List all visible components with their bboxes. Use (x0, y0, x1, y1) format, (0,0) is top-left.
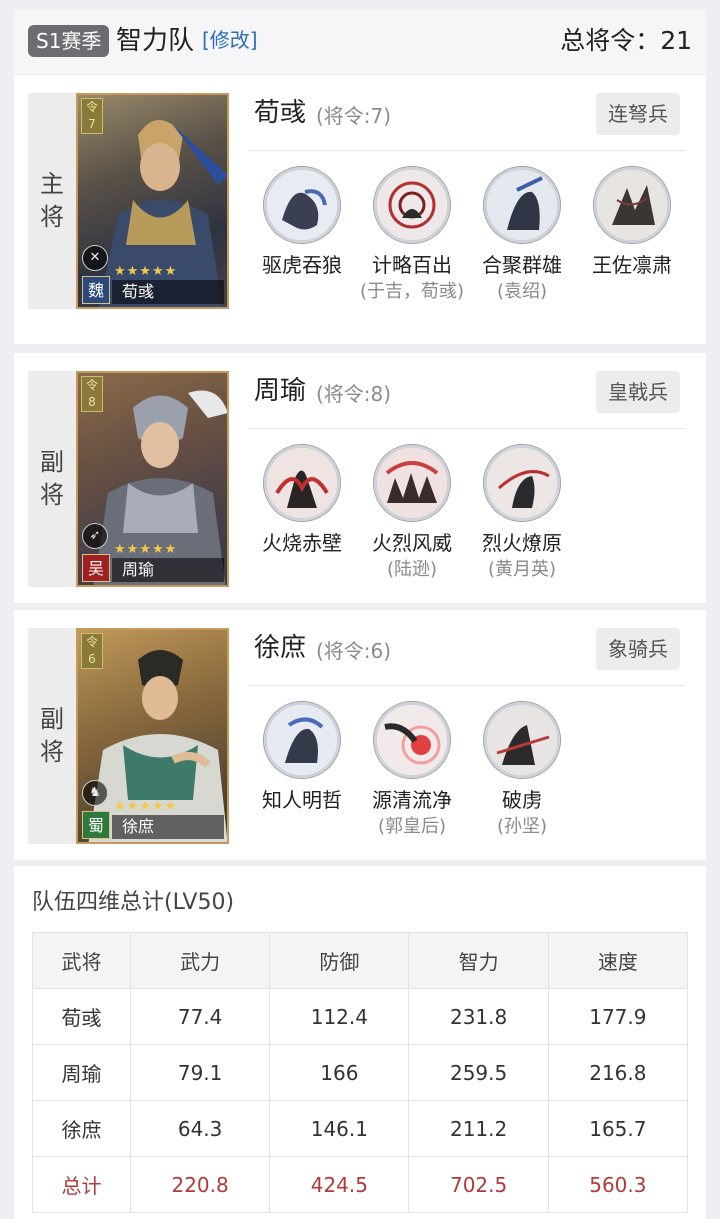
team-stats-panel: 队伍四维总计(LV50) 武将 武力 防御 智力 速度 荀彧 77.4 112.… (14, 866, 706, 1219)
faction-badge: 蜀 (82, 811, 110, 839)
portrait-name: 徐庶 (112, 815, 224, 839)
team-header: S1赛季 智力队 [修改] 总将令：21 (14, 10, 706, 74)
crossbow-icon: ✕ (82, 245, 108, 271)
table-cell: 216.8 (547, 1044, 689, 1101)
troop-type-button[interactable]: 象骑兵 (596, 628, 680, 670)
command-tag: 令8 (81, 376, 103, 412)
total-command: 总将令：21 (560, 26, 692, 55)
hero-card-vice-1: 副 将 令8 ➶ ★★★★★ 吴 周瑜 周瑜 (将令:8) 皇戟兵 火烧赤壁 火… (14, 353, 706, 603)
hero-command: (将令:7) (316, 104, 392, 128)
role-label: 副 将 (28, 371, 76, 587)
hero-portrait[interactable]: 令8 ➶ ★★★★★ 吴 周瑜 (76, 371, 229, 587)
table-cell: 146.1 (269, 1100, 410, 1157)
table-header-row: 武将 武力 防御 智力 速度 (32, 932, 689, 989)
troop-type-button[interactable]: 连弩兵 (596, 93, 680, 135)
table-cell: 荀彧 (32, 988, 131, 1045)
skill-item[interactable]: 烈火燎原 (黄月英) (467, 445, 577, 583)
table-cell: 165.7 (547, 1100, 689, 1157)
table-cell: 702.5 (408, 1156, 549, 1213)
role-label: 主 将 (28, 93, 76, 309)
hero-portrait[interactable]: 令6 ♞ ★★★★★ 蜀 徐庶 (76, 628, 229, 844)
star-rating: ★★★★★ (114, 264, 178, 279)
divider (248, 150, 686, 151)
star-rating: ★★★★★ (114, 542, 178, 557)
stats-title: 队伍四维总计(LV50) (32, 890, 235, 915)
table-cell: 166 (269, 1044, 410, 1101)
total-row: 总计 220.8 424.5 702.5 560.3 (32, 1156, 689, 1213)
skill-item[interactable]: 火烈风威 (陆逊) (357, 445, 467, 583)
skill-item[interactable]: 知人明哲 (247, 702, 357, 814)
hero-card-main: 主 将 令7 ✕ ★★★★★ 魏 荀彧 荀彧 (将令:7) 连弩兵 驱虎吞狼 计… (14, 75, 706, 344)
table-cell: 177.9 (547, 988, 689, 1045)
column-header: 防御 (269, 932, 410, 989)
skill-item[interactable]: 计略百出 (于吉，荀彧) (357, 167, 467, 305)
column-header: 武力 (129, 932, 271, 989)
table-cell: 79.1 (129, 1044, 271, 1101)
edit-team-link[interactable]: [修改] (202, 24, 258, 56)
table-cell: 77.4 (129, 988, 271, 1045)
table-cell: 211.2 (408, 1100, 549, 1157)
portrait-name: 荀彧 (112, 280, 224, 304)
hero-name: 徐庶 (254, 633, 307, 663)
hero-command: (将令:8) (316, 382, 392, 406)
divider (248, 685, 686, 686)
table-cell: 220.8 (129, 1156, 271, 1213)
portrait-name: 周瑜 (112, 558, 224, 582)
faction-badge: 魏 (82, 276, 110, 304)
table-cell: 231.8 (408, 988, 549, 1045)
table-cell: 64.3 (129, 1100, 271, 1157)
horse-icon: ♞ (82, 780, 108, 806)
team-name: 智力队 (116, 26, 195, 56)
hero-portrait[interactable]: 令7 ✕ ★★★★★ 魏 荀彧 (76, 93, 229, 309)
blaze-skill-icon (484, 445, 560, 521)
table-cell: 259.5 (408, 1044, 549, 1101)
skill-item[interactable]: 王佐凛肃 (577, 167, 687, 279)
command-tag: 令7 (81, 98, 103, 134)
table-cell: 总计 (32, 1156, 131, 1213)
hero-name: 荀彧 (254, 98, 307, 128)
table-cell: 424.5 (269, 1156, 410, 1213)
column-header: 速度 (547, 932, 689, 989)
season-badge: S1赛季 (28, 25, 110, 57)
fire-skill-icon (264, 445, 340, 521)
column-header: 智力 (408, 932, 549, 989)
table-cell: 周瑜 (32, 1044, 131, 1101)
table-row: 徐庶 64.3 146.1 211.2 165.7 (32, 1100, 689, 1157)
hero-command: (将令:6) (316, 639, 392, 663)
gather-skill-icon (484, 167, 560, 243)
table-cell: 560.3 (547, 1156, 689, 1213)
star-rating: ★★★★★ (114, 799, 178, 814)
troop-type-button[interactable]: 皇戟兵 (596, 371, 680, 413)
stats-table: 武将 武力 防御 智力 速度 荀彧 77.4 112.4 231.8 177.9… (32, 932, 689, 1213)
tiger-skill-icon (264, 167, 340, 243)
skill-item[interactable]: 火烧赤壁 (247, 445, 357, 557)
skill-item[interactable]: 破虏 (孙坚) (467, 702, 577, 840)
ink-skill-icon (594, 167, 670, 243)
hero-card-vice-2: 副 将 令6 ♞ ★★★★★ 蜀 徐庶 徐庶 (将令:6) 象骑兵 知人明哲 源… (14, 610, 706, 860)
flame-skill-icon (374, 445, 450, 521)
halberd-icon: ➶ (82, 523, 108, 549)
role-label: 副 将 (28, 628, 76, 844)
command-tag: 令6 (81, 633, 103, 669)
skill-item[interactable]: 合聚群雄 (袁绍) (467, 167, 577, 305)
wisdom-skill-icon (264, 702, 340, 778)
divider (248, 428, 686, 429)
pure-skill-icon (374, 702, 450, 778)
table-cell: 徐庶 (32, 1100, 131, 1157)
table-row: 荀彧 77.4 112.4 231.8 177.9 (32, 988, 689, 1045)
table-cell: 112.4 (269, 988, 410, 1045)
strike-skill-icon (484, 702, 560, 778)
hero-name: 周瑜 (254, 376, 307, 406)
faction-badge: 吴 (82, 554, 110, 582)
table-row: 周瑜 79.1 166 259.5 216.8 (32, 1044, 689, 1101)
skill-item[interactable]: 源清流净 (郭皇后) (357, 702, 467, 840)
column-header: 武将 (32, 932, 131, 989)
skill-item[interactable]: 驱虎吞狼 (247, 167, 357, 279)
vortex-skill-icon (374, 167, 450, 243)
